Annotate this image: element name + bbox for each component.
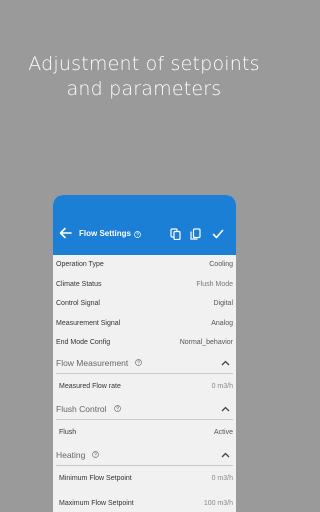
section-header-flow-measurement[interactable]: Flow Measurement xyxy=(53,353,236,373)
help-icon[interactable] xyxy=(134,231,141,238)
param-label: Control Signal xyxy=(56,300,100,308)
param-value: Analog xyxy=(211,319,233,327)
param-value: Flush Mode xyxy=(196,280,233,288)
section-title: Flush Control xyxy=(56,403,107,414)
copy-icon[interactable] xyxy=(170,228,181,240)
app-bar: Flow Settings xyxy=(53,195,236,255)
param-value: Cooling xyxy=(209,261,233,269)
param-row-measurement-signal[interactable]: Measurement Signal Analog xyxy=(53,314,236,334)
check-icon[interactable] xyxy=(212,228,224,240)
param-row-climate-status[interactable]: Climate Status Flush Mode xyxy=(53,275,236,295)
headline: Adjustment of setpoints and parameters xyxy=(0,52,288,102)
param-row-measured-flow-rate[interactable]: Measured Flow rate 0 m3/h xyxy=(53,374,236,399)
param-value: 0 m3/h xyxy=(211,474,233,482)
section-header-flush-control[interactable]: Flush Control xyxy=(53,399,236,419)
page-title: Flow Settings xyxy=(79,229,131,238)
chevron-up-icon[interactable] xyxy=(221,406,230,412)
param-row-flush[interactable]: Flush Active xyxy=(53,420,236,445)
param-value: Active xyxy=(213,428,233,436)
param-row-operation-type[interactable]: Operation Type Cooling xyxy=(53,255,236,275)
param-label: Maximum Flow Setpoint xyxy=(59,499,134,507)
chevron-up-icon[interactable] xyxy=(221,452,230,458)
help-icon[interactable] xyxy=(113,405,121,412)
param-label: Flush xyxy=(59,428,77,436)
param-value: Normal_behavior xyxy=(179,339,233,347)
back-arrow-icon[interactable] xyxy=(59,227,72,239)
settings-list: Operation Type Cooling Climate Status Fl… xyxy=(53,255,236,512)
phone-screen: Flow Settings Operation Type Cooling Cli… xyxy=(53,195,236,512)
param-value: Digital xyxy=(213,300,233,308)
section-header-heating[interactable]: Heating xyxy=(53,445,236,465)
help-icon[interactable] xyxy=(135,359,143,366)
param-label: Operation Type xyxy=(56,261,104,269)
paste-icon[interactable] xyxy=(190,228,201,240)
param-label: Minimum Flow Setpoint xyxy=(59,474,132,482)
section-title: Heating xyxy=(56,449,86,460)
headline-line-2: and parameters xyxy=(66,78,222,100)
headline-line-1: Adjustment of setpoints xyxy=(28,53,260,75)
param-label: Measured Flow rate xyxy=(59,382,121,390)
param-label: Climate Status xyxy=(56,280,102,288)
param-value: 0 m3/h xyxy=(211,382,233,390)
help-icon[interactable] xyxy=(92,451,100,458)
param-row-minimum-flow-setpoint[interactable]: Minimum Flow Setpoint 0 m3/h xyxy=(53,466,236,491)
param-row-maximum-flow-setpoint[interactable]: Maximum Flow Setpoint 100 m3/h xyxy=(53,491,236,512)
section-title: Flow Measurement xyxy=(56,357,129,368)
chevron-up-icon[interactable] xyxy=(221,360,230,366)
param-label: Measurement Signal xyxy=(56,319,121,327)
param-value: 100 m3/h xyxy=(203,499,233,507)
param-row-control-signal[interactable]: Control Signal Digital xyxy=(53,294,236,314)
param-row-end-mode-config[interactable]: End Mode Config Normal_behavior xyxy=(53,333,236,353)
param-label: End Mode Config xyxy=(56,339,111,347)
